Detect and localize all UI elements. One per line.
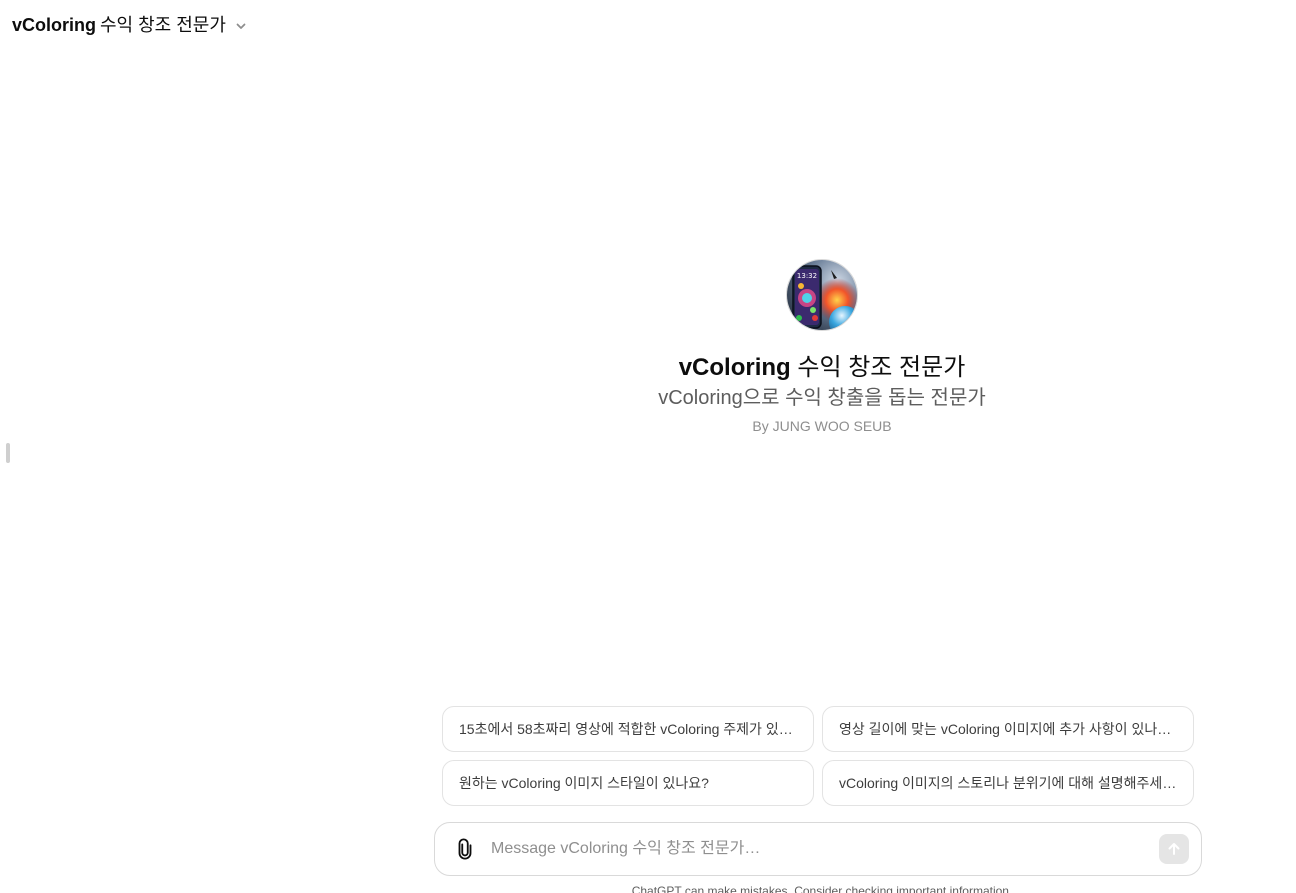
gpt-name-strong: vColoring (678, 354, 791, 381)
title-strong: vColoring (12, 15, 96, 35)
disclaimer-text: ChatGPT can make mistakes. Consider chec… (631, 884, 1013, 893)
starter-label: 원하는 vColoring 이미지 스타일이 있나요? (459, 775, 709, 791)
sidebar-toggle-handle[interactable] (6, 443, 10, 463)
send-button[interactable] (1159, 834, 1189, 864)
message-composer (434, 822, 1202, 876)
starter-button[interactable]: 원하는 vColoring 이미지 스타일이 있나요? (442, 760, 814, 806)
starter-label: vColoring 이미지의 스토리나 분위기에 대해 설명해주세요. (839, 775, 1177, 791)
chevron-down-icon (234, 19, 248, 33)
gpt-intro: 13:32 vColoring 수익 창조 전문가 vColoring으로 수익… (442, 259, 1202, 435)
gpt-name: vColoring 수익 창조 전문가 (679, 353, 966, 383)
gpt-selector[interactable]: vColoring 수익 창조 전문가 (12, 12, 248, 38)
starter-button[interactable]: vColoring 이미지의 스토리나 분위기에 대해 설명해주세요. (822, 760, 1194, 806)
starter-label: 영상 길이에 맞는 vColoring 이미지에 추가 사항이 있나요? (839, 721, 1177, 737)
chat-page: vColoring 수익 창조 전문가 13:32 vColoring 수익 창… (0, 0, 1296, 893)
starter-label: 15초에서 58초짜리 영상에 적합한 vColoring 주제가 있나요? (459, 721, 797, 737)
message-input[interactable] (491, 840, 1159, 858)
title-rest: 수익 창조 전문가 (100, 15, 226, 35)
starter-button[interactable]: 영상 길이에 맞는 vColoring 이미지에 추가 사항이 있나요? (822, 706, 1194, 752)
paperclip-icon[interactable] (453, 837, 477, 861)
gpt-author: By JUNG WOO SEUB (752, 418, 892, 434)
starter-button[interactable]: 15초에서 58초짜리 영상에 적합한 vColoring 주제가 있나요? (442, 706, 814, 752)
gpt-name-rest: 수익 창조 전문가 (797, 354, 966, 381)
arrow-up-icon (1166, 841, 1182, 857)
gpt-avatar: 13:32 (786, 259, 858, 331)
gpt-description: vColoring으로 수익 창출을 돕는 전문가 (658, 387, 986, 409)
conversation-starters: 15초에서 58초짜리 영상에 적합한 vColoring 주제가 있나요? 영… (442, 706, 1194, 806)
avatar-time: 13:32 (797, 272, 817, 280)
